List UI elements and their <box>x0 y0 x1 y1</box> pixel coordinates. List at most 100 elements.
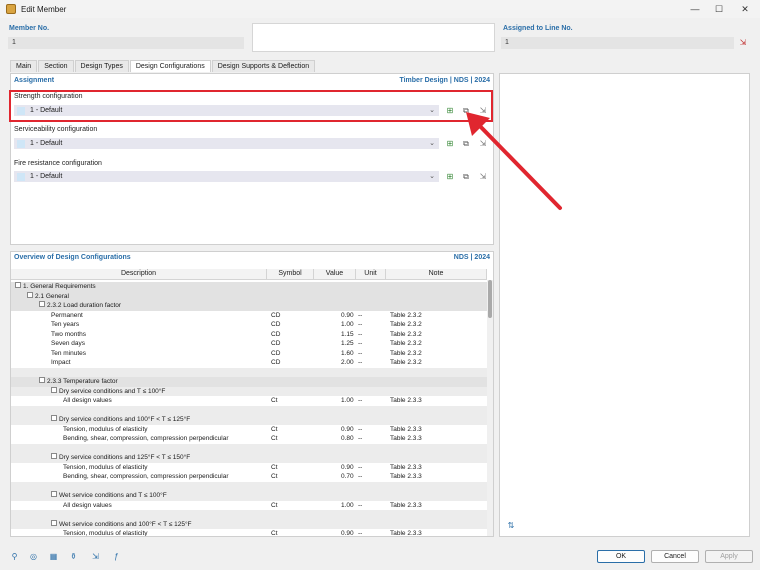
row-description: 2.3.2 Load duration factor <box>39 301 121 311</box>
tree-group-row[interactable]: Dry service conditions and 125°F < T ≤ 1… <box>11 453 487 463</box>
select-icon[interactable]: ⇲ <box>89 550 102 563</box>
collapse-toggle-icon[interactable] <box>51 453 57 460</box>
row-unit: -- <box>358 311 363 319</box>
row-symbol: CD <box>271 311 281 319</box>
table-row[interactable]: Ten minutes CD 1.60 -- Table 2.3.2 <box>11 349 487 359</box>
collapse-toggle-icon[interactable] <box>15 282 21 289</box>
table-row[interactable]: Bending, shear, compression, compression… <box>11 434 487 444</box>
row-unit: -- <box>358 435 363 442</box>
row-value: 0.90 <box>341 530 354 537</box>
serviceability-config-select[interactable]: 1 - Default ⌄ <box>14 138 439 149</box>
maximize-button[interactable]: ☐ <box>706 0 732 18</box>
table-row[interactable]: Tension, modulus of elasticity Ct 0.90 -- Ta… <box>11 529 487 537</box>
select-line-icon[interactable]: ⇲ <box>737 37 749 48</box>
row-description: Impact <box>51 358 71 368</box>
collapse-toggle-icon[interactable] <box>51 415 57 422</box>
tree-group-row[interactable]: 1. General Requirements <box>11 282 487 292</box>
tree-group-row[interactable]: Dry service conditions and 100°F < T ≤ 1… <box>11 415 487 425</box>
new-config-icon[interactable]: ⊞ <box>444 138 456 149</box>
chevron-down-icon[interactable]: ⌄ <box>429 172 435 182</box>
fire-config-value: 1 - Default <box>30 173 63 180</box>
row-note: Table 2.3.3 <box>390 530 422 537</box>
row-value: 1.00 <box>341 501 354 509</box>
assigned-line-label: Assigned to Line No. <box>503 25 573 32</box>
table-row[interactable] <box>11 367 487 377</box>
row-description-text: Dry service conditions and 125°F < T ≤ 1… <box>59 454 191 461</box>
tab-design-types[interactable]: Design Types <box>74 60 129 72</box>
apply-button[interactable]: Apply <box>705 550 753 563</box>
cancel-button[interactable]: Cancel <box>651 550 699 563</box>
table-row[interactable] <box>11 481 487 491</box>
table-row[interactable]: Bending, shear, compression, compression… <box>11 472 487 482</box>
tab-design-supports-deflection[interactable]: Design Supports & Deflection <box>211 60 316 72</box>
table-row[interactable] <box>11 443 487 453</box>
tree-group-row[interactable]: Dry service conditions and T ≤ 100°F <box>11 386 487 396</box>
row-description: Tension, modulus of elasticity <box>63 529 148 536</box>
close-button[interactable]: ✕ <box>732 0 758 18</box>
help-icon[interactable]: ⚲ <box>8 550 21 563</box>
assigned-line-field[interactable]: 1 <box>501 37 734 49</box>
table-row[interactable]: Impact CD 2.00 -- Table 2.3.2 <box>11 358 487 368</box>
units-icon[interactable]: ◎ <box>27 550 40 563</box>
table-row[interactable]: Tension, modulus of elasticity Ct 0.90 -- Ta… <box>11 463 487 473</box>
overview-title: Overview of Design Configurations <box>14 254 131 261</box>
row-unit: -- <box>358 397 363 404</box>
collapse-toggle-icon[interactable] <box>51 519 57 526</box>
col-value: Value <box>314 269 356 280</box>
minimize-button[interactable]: — <box>682 0 708 18</box>
tree-group-row[interactable]: Wet service conditions and 100°F < T ≤ 1… <box>11 519 487 529</box>
filter-icon[interactable]: ⚱ <box>67 550 80 563</box>
comment-box[interactable] <box>252 23 495 52</box>
table-icon[interactable]: ▦ <box>47 550 60 563</box>
member-no-field[interactable]: 1 <box>8 37 244 49</box>
tree-group-row[interactable]: 2.1 General <box>11 291 487 302</box>
tree-group-row[interactable]: 2.3.3 Temperature factor <box>11 377 487 387</box>
row-description: 2.3.3 Temperature factor <box>39 377 118 387</box>
row-description-text: 2.3.2 Load duration factor <box>47 302 122 309</box>
tree-group-row[interactable]: Wet service conditions and T ≤ 100°F <box>11 491 487 501</box>
fire-config-select[interactable]: 1 - Default ⌄ <box>14 171 439 182</box>
row-unit: -- <box>358 463 363 471</box>
table-row[interactable]: All design values Ct 1.00 -- Table 2.3.3 <box>11 501 487 511</box>
row-description-text: 1. General Requirements <box>23 283 96 290</box>
ok-button[interactable]: OK <box>597 550 645 563</box>
row-description-text: Tension, modulus of elasticity <box>63 425 148 433</box>
collapse-toggle-icon[interactable] <box>39 377 45 384</box>
collapse-toggle-icon[interactable] <box>39 301 45 308</box>
table-row[interactable]: Two months CD 1.15 -- Table 2.3.2 <box>11 330 487 340</box>
row-description: 2.1 General <box>27 291 69 302</box>
row-description-text: Dry service conditions and T ≤ 100°F <box>59 387 166 395</box>
table-row[interactable]: Permanent CD 0.90 -- Table 2.3.2 <box>11 311 487 321</box>
tree-group-row[interactable]: 2.3.2 Load duration factor <box>11 301 487 311</box>
preview-toggle-icon[interactable]: ⇅ <box>505 520 517 531</box>
app-icon <box>6 4 16 14</box>
table-row[interactable] <box>11 510 487 520</box>
row-unit: -- <box>358 340 363 347</box>
table-row[interactable]: All design values Ct 1.00 -- Table 2.3.3 <box>11 396 487 406</box>
row-value: 0.90 <box>341 311 354 319</box>
row-unit: -- <box>358 359 363 366</box>
chevron-down-icon[interactable]: ⌄ <box>429 139 435 149</box>
row-description-text: Dry service conditions and 100°F < T ≤ 1… <box>59 416 191 423</box>
function-icon[interactable]: ƒ <box>110 550 123 563</box>
row-description: Two months <box>51 330 86 340</box>
table-row[interactable] <box>11 405 487 415</box>
collapse-toggle-icon[interactable] <box>51 386 57 393</box>
tab-main[interactable]: Main <box>10 60 38 72</box>
row-description-text: Tension, modulus of elasticity <box>63 463 148 471</box>
scrollbar-thumb[interactable] <box>488 280 492 318</box>
table-row[interactable]: Seven days CD 1.25 -- Table 2.3.2 <box>11 339 487 349</box>
row-symbol: CD <box>271 321 281 328</box>
table-row[interactable]: Ten years CD 1.00 -- Table 2.3.2 <box>11 320 487 330</box>
tab-section[interactable]: Section <box>38 60 74 72</box>
table-row[interactable]: Tension, modulus of elasticity Ct 0.90 -- Ta… <box>11 425 487 435</box>
row-description-text: All design values <box>63 501 112 509</box>
row-symbol: Ct <box>271 501 278 509</box>
collapse-toggle-icon[interactable] <box>27 291 33 298</box>
overview-panel: Overview of Design Configurations NDS | … <box>10 251 494 537</box>
tab-design-configurations[interactable]: Design Configurations <box>129 60 211 72</box>
collapse-toggle-icon[interactable] <box>51 491 57 498</box>
row-note: Table 2.3.3 <box>390 473 422 480</box>
new-config-icon[interactable]: ⊞ <box>444 171 456 182</box>
overview-scrollbar[interactable] <box>487 280 493 536</box>
